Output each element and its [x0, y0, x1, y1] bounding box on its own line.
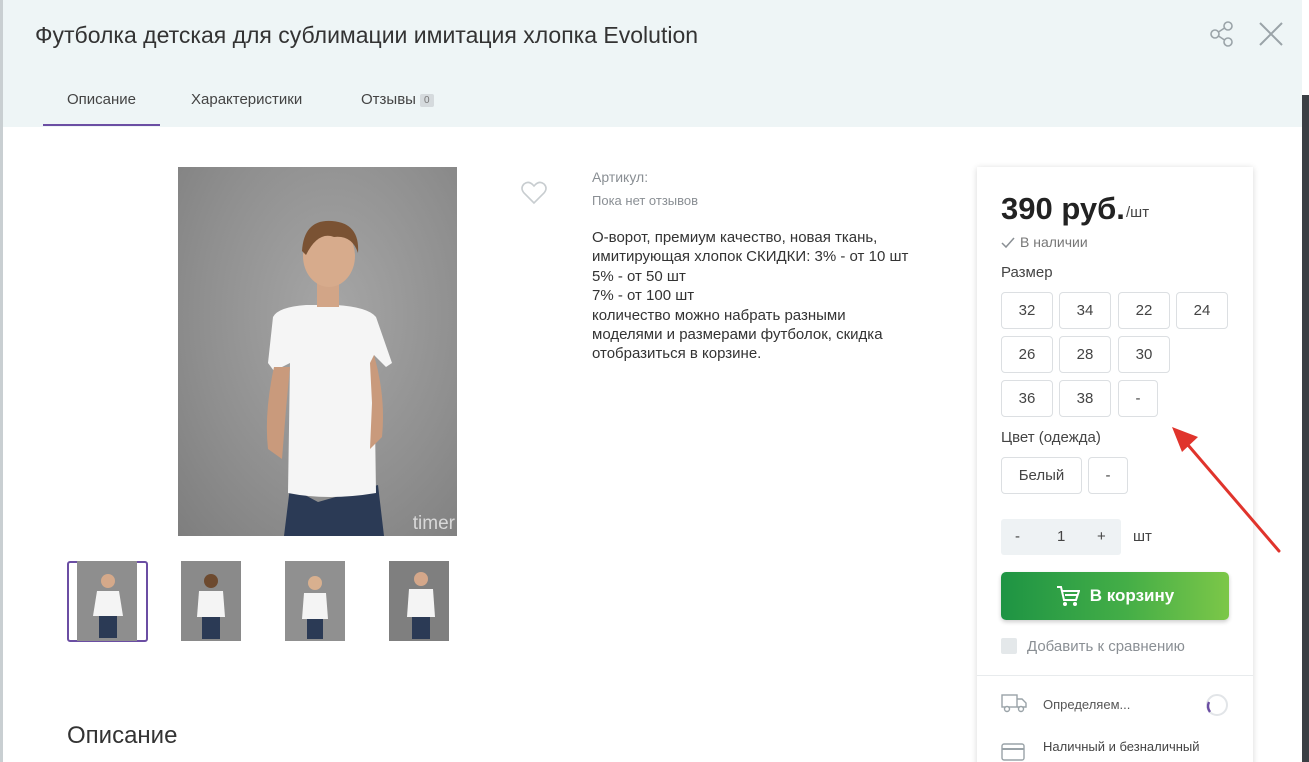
cart-icon [1056, 586, 1080, 606]
desc-line: моделями и размерами футболок, скидка [592, 326, 883, 344]
desc-line: 5% - от 50 шт [592, 267, 686, 285]
desc-line: О-ворот, премиум качество, новая ткань, [592, 229, 878, 246]
close-icon[interactable] [1258, 21, 1284, 47]
short-description: О-ворот, премиум качество, новая ткань, … [592, 228, 947, 364]
background-edge [1302, 0, 1309, 762]
price: 390 руб. [1001, 191, 1125, 226]
share-icon[interactable] [1209, 20, 1235, 48]
photo-watermark: timer [412, 513, 455, 534]
add-to-cart-label: В корзину [1089, 586, 1175, 605]
color-label: Цвет (одежда) [1001, 429, 1101, 446]
tab-reviews-label: Отзывы [361, 91, 416, 108]
color-option[interactable]: Белый [1001, 457, 1082, 494]
desc-line: имитирующая хлопок СКИДКИ: 3% - от 10 шт [592, 248, 909, 266]
article-label: Артикул: [592, 169, 649, 185]
loading-spinner-icon [1206, 694, 1228, 716]
size-option[interactable]: 30 [1118, 336, 1170, 373]
thumbnail-2[interactable] [181, 561, 241, 641]
thumbnail-4[interactable] [389, 561, 449, 641]
product-main-image[interactable]: timer [178, 167, 457, 536]
compare-checkbox[interactable]: Добавить к сравнению [1001, 638, 1185, 655]
tab-description[interactable]: Описание [42, 91, 161, 126]
stock-status: В наличии [1001, 234, 1088, 250]
color-option[interactable]: - [1088, 457, 1128, 494]
boy-photo-illustration [266, 220, 392, 536]
payment-methods: Наличный и безналичный [1043, 739, 1200, 754]
thumbnail-1[interactable] [77, 561, 137, 641]
product-modal: Футболка детская для сублимации имитация… [3, 0, 1302, 762]
check-icon [1001, 237, 1015, 249]
reviews-count-badge: 0 [419, 94, 434, 107]
add-to-cart-button[interactable]: В корзину [1001, 572, 1229, 620]
size-option[interactable]: 32 [1001, 292, 1053, 329]
card-icon [1001, 743, 1025, 761]
compare-label: Добавить к сравнению [1027, 638, 1185, 655]
size-option[interactable]: 26 [1001, 336, 1053, 373]
desc-line: 7% - от 100 шт [592, 287, 695, 305]
desc-line: количество можно набрать разными [592, 306, 846, 324]
quantity-stepper: - 1 + [1001, 519, 1121, 555]
size-option[interactable]: 38 [1059, 380, 1111, 417]
size-option[interactable]: 28 [1059, 336, 1111, 373]
size-option[interactable]: 22 [1118, 292, 1170, 329]
product-title: Футболка детская для сублимации имитация… [35, 22, 699, 48]
size-option[interactable]: - [1118, 380, 1158, 417]
divider [977, 675, 1253, 676]
size-option[interactable]: 34 [1059, 292, 1111, 329]
heart-icon[interactable] [521, 181, 547, 205]
qty-value[interactable]: 1 [1057, 528, 1065, 545]
thumbnail-3[interactable] [285, 561, 345, 641]
desc-line: отобразиться в корзине. [592, 345, 762, 363]
section-title: Описание [67, 722, 178, 749]
size-option[interactable]: 36 [1001, 380, 1053, 417]
modal-header: Футболка детская для сублимации имитация… [3, 0, 1302, 127]
checkbox-icon [1001, 638, 1017, 654]
reviews-status[interactable]: Пока нет отзывов [592, 193, 698, 208]
tab-characteristics[interactable]: Характеристики [191, 91, 302, 108]
annotation-arrow-icon [1172, 427, 1281, 553]
delivery-truck-icon [1001, 694, 1027, 713]
qty-unit: шт [1133, 528, 1152, 545]
background-page-strip [1302, 95, 1309, 762]
qty-decrease-button[interactable]: - [1015, 528, 1020, 545]
qty-increase-button[interactable]: + [1097, 528, 1106, 545]
delivery-status: Определяем... [1043, 697, 1131, 712]
stock-text: В наличии [1020, 234, 1088, 250]
price-unit: /шт [1126, 204, 1150, 221]
size-label: Размер [1001, 264, 1053, 281]
tab-reviews[interactable]: Отзывы 0 [361, 91, 434, 108]
size-option[interactable]: 24 [1176, 292, 1228, 329]
